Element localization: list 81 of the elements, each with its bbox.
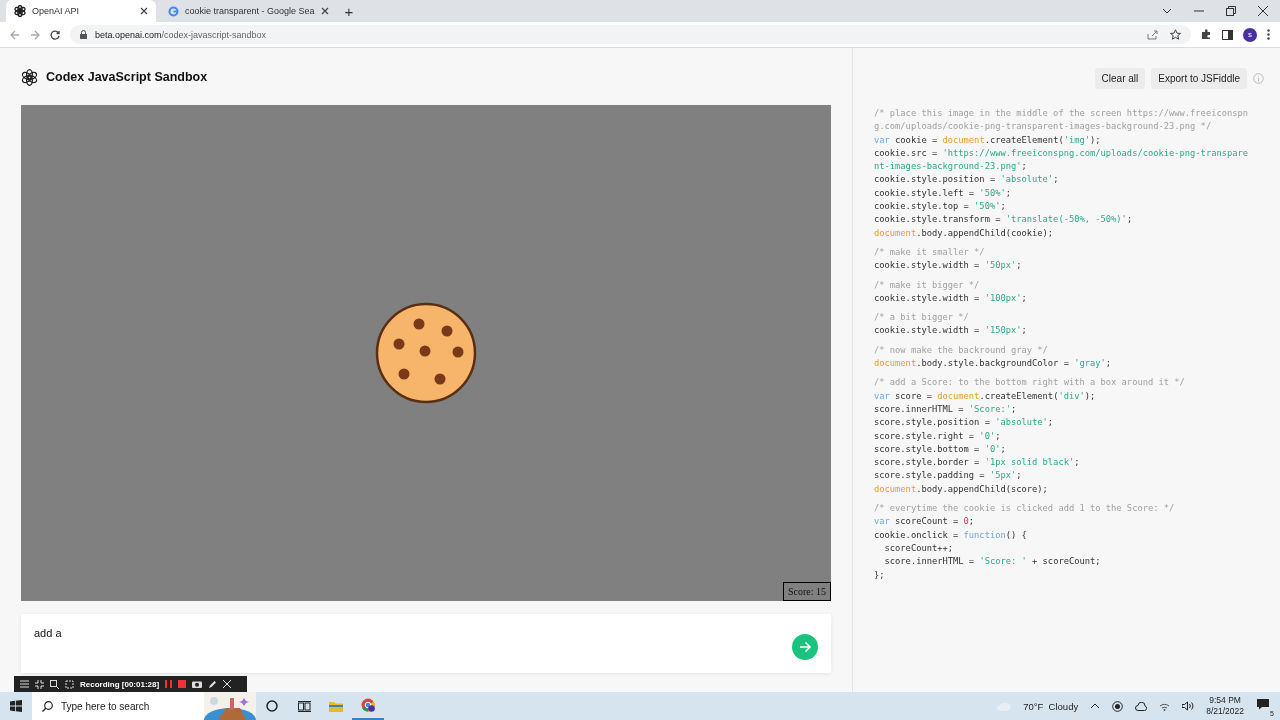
task-view-icon[interactable] bbox=[297, 700, 311, 712]
chevron-down-icon[interactable] bbox=[1162, 8, 1172, 14]
weather-text[interactable]: 70°F Cloudy bbox=[1023, 700, 1079, 712]
code-line: score.innerHTML = 'Score: ' + scoreCount; bbox=[883, 555, 1102, 569]
code-line: /* now make the backround gray */ bbox=[874, 343, 1049, 357]
windows-start-icon[interactable] bbox=[10, 700, 22, 712]
toolbar-button[interactable]: Clear all bbox=[1094, 68, 1146, 89]
arrow-right-icon bbox=[799, 641, 811, 653]
wifi-icon[interactable] bbox=[1159, 701, 1171, 711]
browser-tab[interactable]: OpenAI API bbox=[6, 0, 156, 22]
code-line: document.body.appendChild(score); bbox=[874, 482, 1049, 496]
code-line: cookie.style.position = 'absolute'; bbox=[874, 173, 1060, 187]
new-tab-button[interactable]: + bbox=[340, 2, 358, 20]
chrome-icon[interactable] bbox=[361, 698, 375, 712]
code-line: cookie.style.width = '100px'; bbox=[874, 291, 1028, 305]
profile-avatar[interactable]: s bbox=[1243, 27, 1257, 42]
code-line: var scoreCount = 0; bbox=[874, 515, 976, 529]
lock-icon bbox=[80, 30, 87, 39]
folder-icon[interactable] bbox=[329, 700, 343, 712]
prompt-field[interactable]: add a bbox=[21, 614, 831, 673]
code-line: var cookie = document.createElement('img'); bbox=[874, 133, 1102, 147]
region-icon[interactable] bbox=[65, 679, 74, 689]
side-panel-icon[interactable] bbox=[1222, 29, 1233, 40]
browser-tab[interactable]: cookie transparent - Google Sea bbox=[160, 0, 337, 22]
url-text: beta.openai.com/codex-javascript-sandbox bbox=[95, 29, 267, 40]
address-bar[interactable]: beta.openai.com/codex-javascript-sandbox bbox=[70, 25, 1191, 44]
camera-icon[interactable] bbox=[192, 680, 203, 688]
close-icon[interactable] bbox=[320, 7, 329, 15]
close-icon[interactable] bbox=[140, 7, 148, 15]
record-icon[interactable] bbox=[1112, 700, 1124, 712]
code-line: cookie.style.width = '150px'; bbox=[874, 324, 1028, 338]
recording-status: Recording [00:01:28] bbox=[80, 679, 160, 689]
cloud-sync-icon[interactable] bbox=[1135, 701, 1148, 711]
puzzle-icon[interactable] bbox=[1201, 29, 1212, 40]
code-line: score.style.border = '1px solid black'; bbox=[874, 456, 1081, 470]
zoom-icon[interactable] bbox=[50, 679, 59, 689]
code-line: cookie.style.transform = 'translate(-50%, -50%)'; bbox=[874, 213, 1134, 227]
pencil-icon[interactable] bbox=[208, 679, 218, 689]
star-icon[interactable] bbox=[1170, 29, 1181, 40]
code-line: cookie.src = 'https://www.freeiconspng.com/uploads/cookie-png-transparent-images-background-23.png'; bbox=[874, 146, 1248, 174]
chevron-up-icon[interactable] bbox=[1090, 703, 1101, 709]
restore-icon[interactable] bbox=[1226, 6, 1236, 16]
code-line: /* add a Score: to the bottom right with a box around it */ bbox=[874, 376, 1186, 390]
code-line: /* everytime the cookie is clicked add 1 to the Score: */ bbox=[874, 502, 1176, 515]
cortana-circle-icon[interactable] bbox=[266, 700, 278, 712]
toolbar-button[interactable]: Export to JSFiddle bbox=[1151, 68, 1247, 89]
stop-icon[interactable] bbox=[178, 680, 187, 688]
taskbar-search-field[interactable]: Type here to search bbox=[32, 692, 256, 720]
code-line: /* make it smaller */ bbox=[874, 245, 986, 259]
code-line: cookie.style.width = '50px'; bbox=[874, 259, 1023, 273]
search-icon bbox=[42, 700, 53, 712]
code-line: score.style.right = '0'; bbox=[874, 429, 1002, 443]
code-line: document.body.style.backgroundColor = 'gray'; bbox=[874, 357, 1113, 371]
reload-icon[interactable] bbox=[50, 29, 60, 40]
cookie-drawing[interactable] bbox=[375, 302, 477, 404]
code-line: }; bbox=[874, 568, 886, 582]
code-line: score.innerHTML = 'Score:'; bbox=[874, 402, 1018, 416]
score-label: Score: 15 bbox=[782, 582, 831, 601]
code-line: cookie.onclick = function() { bbox=[874, 528, 1028, 542]
menu-icon[interactable] bbox=[20, 680, 29, 688]
code-line: document.body.appendChild(cookie); bbox=[874, 226, 1055, 240]
volume-icon[interactable] bbox=[1182, 701, 1195, 711]
code-line: score.style.padding = '5px'; bbox=[874, 469, 1023, 483]
code-line: /* place this image in the middle of the screen https://www.freeiconspng.com/uploads/cookie-png-transparent-images-background-23.png */ bbox=[874, 107, 1248, 134]
google-logo-icon bbox=[168, 5, 179, 17]
close-icon[interactable] bbox=[1258, 6, 1268, 16]
code-line: score.style.bottom = '0'; bbox=[874, 442, 1007, 456]
pause-icon[interactable] bbox=[165, 680, 173, 688]
shrink-icon[interactable] bbox=[35, 679, 44, 689]
code-line: var score = document.createElement('div'); bbox=[874, 389, 1097, 403]
code-line: scoreCount++; bbox=[883, 541, 955, 555]
clock[interactable]: 9:54 PM 8/21/2022 bbox=[1206, 695, 1244, 717]
more-icon[interactable] bbox=[1267, 29, 1270, 40]
code-line: cookie.style.top = '50%'; bbox=[874, 200, 1007, 214]
code-line: score.style.position = 'absolute'; bbox=[874, 416, 1055, 430]
app-title: Codex JavaScript Sandbox bbox=[46, 70, 208, 84]
code-line: /* a bit bigger */ bbox=[874, 311, 970, 325]
code-line: cookie.style.left = '50%'; bbox=[874, 186, 1012, 200]
notification-icon[interactable] bbox=[1256, 698, 1270, 710]
code-line: /* make it bigger */ bbox=[874, 278, 981, 292]
share-icon[interactable] bbox=[1147, 29, 1158, 40]
